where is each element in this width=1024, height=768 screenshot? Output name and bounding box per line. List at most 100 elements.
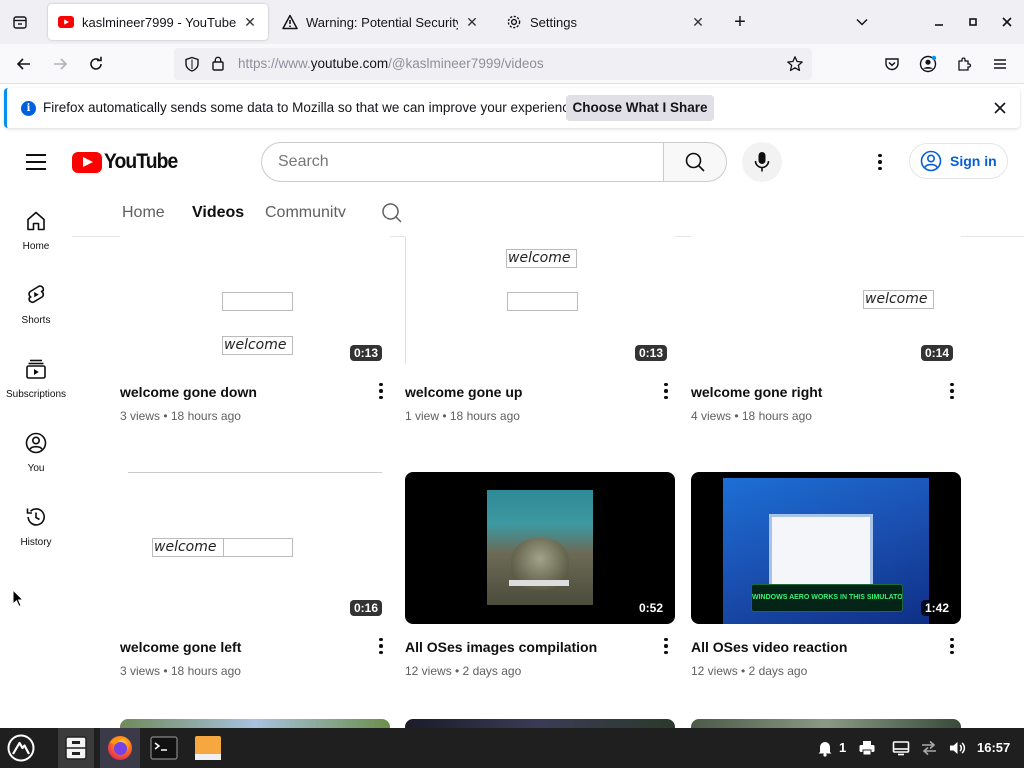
navigation-toolbar: https://www.youtube.com/@kaslmineer7999/… (0, 44, 1024, 84)
volume-tray-button[interactable] (946, 728, 968, 768)
arrow-left-icon (16, 58, 30, 70)
display-tray-button[interactable] (890, 728, 912, 768)
close-icon (994, 102, 1006, 114)
back-button[interactable] (8, 48, 40, 80)
video-title[interactable]: welcome gone up (405, 384, 522, 400)
close-tab-icon[interactable]: ✕ (690, 14, 706, 31)
video-metadata: 4 views • 18 hours ago (691, 409, 812, 423)
video-title[interactable]: welcome gone down (120, 384, 257, 400)
bookmark-star-icon[interactable] (786, 55, 804, 78)
rail-item-shorts[interactable]: Shorts (0, 283, 72, 357)
video-action-menu-button[interactable] (663, 381, 669, 401)
rail-item-subscriptions[interactable]: Subscriptions (0, 357, 72, 431)
video-thumbnail[interactable]: WINDOWS AERO WORKS IN THIS SIMULATOR 1:4… (691, 472, 961, 624)
app-taskbar-button[interactable] (190, 728, 226, 768)
pocket-button[interactable] (876, 48, 908, 80)
puzzle-icon (958, 57, 972, 71)
microphone-icon (754, 152, 770, 172)
printer-icon (859, 741, 875, 756)
lock-icon[interactable] (211, 55, 225, 77)
notification-message: Firefox automatically sends some data to… (43, 100, 581, 115)
tab-youtube[interactable]: kaslmineer7999 - YouTube ✕ (48, 4, 268, 40)
url-text: https://www.youtube.com/@kaslmineer7999/… (238, 56, 544, 71)
video-thumbnail[interactable] (691, 719, 961, 728)
video-thumbnail[interactable] (120, 719, 390, 728)
video-title[interactable]: All OSes video reaction (691, 639, 847, 655)
thumbnail-box (507, 292, 578, 311)
rail-label: Subscriptions (5, 389, 67, 400)
account-button[interactable] (912, 48, 944, 80)
tab-title: kaslmineer7999 - YouTube (82, 14, 236, 30)
mouse-cursor-icon (12, 589, 24, 608)
video-action-menu-button[interactable] (378, 381, 384, 401)
video-thumbnail[interactable]: 0:52 (405, 472, 675, 624)
firefox-taskbar-button[interactable] (100, 728, 140, 768)
video-action-menu-button[interactable] (949, 636, 955, 656)
choose-what-i-share-button[interactable]: Choose What I Share (566, 95, 714, 121)
thumbnail-text: welcome (863, 290, 934, 309)
tab-settings[interactable]: Settings ✕ (496, 4, 716, 40)
thumbnail-text: welcome (506, 249, 577, 268)
reload-button[interactable] (80, 48, 112, 80)
rail-item-history[interactable]: History (0, 505, 72, 579)
video-thumbnail[interactable] (405, 719, 675, 728)
video-title[interactable]: All OSes images compilation (405, 639, 597, 655)
address-bar[interactable]: https://www.youtube.com/@kaslmineer7999/… (174, 48, 812, 80)
video-metadata: 1 view • 18 hours ago (405, 409, 520, 423)
video-action-menu-button[interactable] (378, 636, 384, 656)
close-tab-icon[interactable]: ✕ (242, 14, 258, 31)
tab-bar: kaslmineer7999 - YouTube ✕ Warning: Pote… (0, 0, 1024, 44)
close-tab-icon[interactable]: ✕ (464, 14, 480, 31)
clock[interactable]: 16:57 (977, 740, 1010, 755)
list-all-tabs-button[interactable] (845, 0, 879, 44)
forward-button[interactable] (44, 48, 76, 80)
warning-icon (282, 14, 298, 30)
guide-menu-button[interactable] (22, 148, 50, 176)
pocket-icon (885, 58, 899, 71)
video-action-menu-button[interactable] (663, 636, 669, 656)
start-menu-button[interactable] (4, 728, 38, 768)
youtube-favicon-icon (58, 14, 74, 30)
video-thumbnail[interactable]: welcome 0:16 (120, 472, 390, 624)
rail-item-you[interactable]: You (0, 431, 72, 505)
tab-security-warning[interactable]: Warning: Potential Security R ✕ (272, 4, 490, 40)
search-button[interactable] (663, 142, 727, 182)
video-metadata: 12 views • 2 days ago (691, 664, 808, 678)
video-thumbnail[interactable]: welcome 0:13 (405, 217, 675, 369)
new-tab-button[interactable]: + (723, 0, 757, 44)
app-menu-button[interactable] (984, 48, 1016, 80)
maximize-button[interactable] (956, 0, 990, 44)
video-title[interactable]: welcome gone left (120, 639, 241, 655)
video-thumbnail[interactable]: welcome 0:13 (120, 217, 390, 369)
orange-app-icon (195, 736, 221, 760)
close-window-button[interactable] (990, 0, 1024, 44)
sign-in-button[interactable]: Sign in (909, 143, 1008, 179)
voice-search-button[interactable] (742, 142, 782, 182)
video-thumbnail[interactable]: welcome 0:14 (691, 217, 961, 369)
sign-in-label: Sign in (950, 153, 997, 169)
search-input[interactable] (262, 143, 664, 181)
terminal-taskbar-button[interactable] (146, 728, 182, 768)
extensions-button[interactable] (948, 48, 980, 80)
file-manager-button[interactable] (58, 728, 94, 768)
rail-item-home[interactable]: Home (0, 209, 72, 283)
printer-tray-button[interactable] (856, 728, 878, 768)
thumbnail-text: welcome (152, 538, 293, 557)
video-metadata: 3 views • 18 hours ago (120, 664, 241, 678)
chevron-down-icon (856, 18, 868, 26)
youtube-logo[interactable]: YouTube (72, 150, 184, 174)
video-duration: 0:13 (349, 345, 382, 361)
settings-menu-button[interactable] (868, 148, 892, 176)
shield-icon[interactable] (184, 56, 200, 77)
tab-title: Settings (530, 14, 577, 30)
tab-list-button[interactable] (0, 0, 40, 44)
monitor-icon (892, 741, 910, 756)
close-notification-button[interactable] (989, 97, 1011, 119)
network-tray-button[interactable] (918, 728, 940, 768)
thumbnail-caption: WINDOWS AERO WORKS IN THIS SIMULATOR (751, 584, 903, 612)
minimize-button[interactable] (922, 0, 956, 44)
hamburger-icon (994, 59, 1006, 69)
notification-tray-button[interactable] (814, 728, 836, 768)
video-title[interactable]: welcome gone right (691, 384, 822, 400)
video-action-menu-button[interactable] (949, 381, 955, 401)
